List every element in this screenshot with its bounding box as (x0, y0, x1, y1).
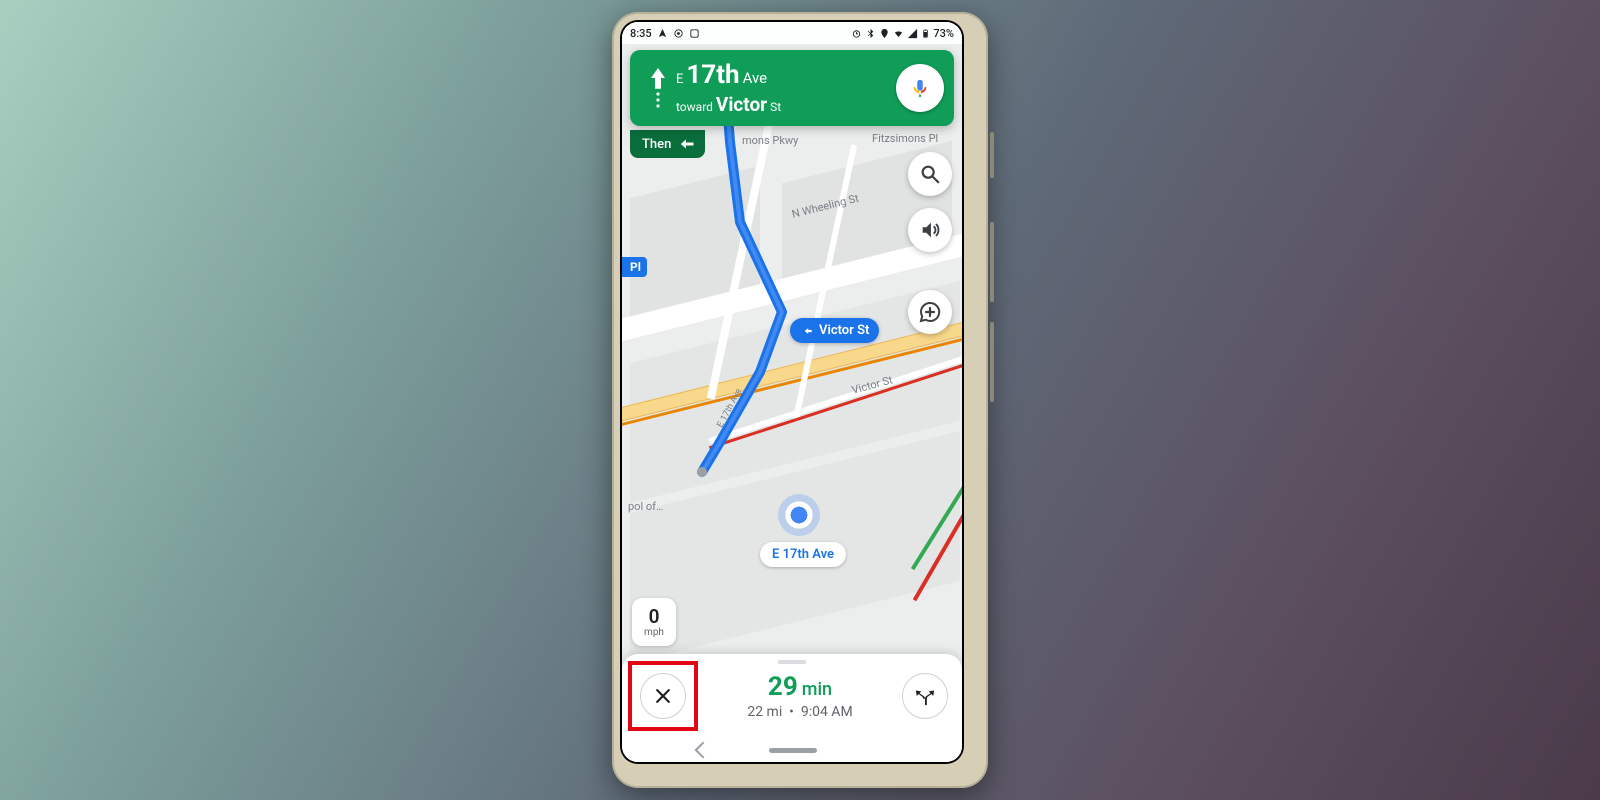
phone-screen: Fitzsimons Pl mons Pkwy N Wheeling St Vi… (620, 20, 964, 764)
signal-icon (907, 28, 918, 39)
phone-frame: Fitzsimons Pl mons Pkwy N Wheeling St Vi… (612, 12, 988, 788)
turn-left-icon (677, 135, 695, 153)
route-fork-icon (914, 685, 936, 707)
current-location-dot (778, 494, 820, 536)
bluetooth-icon (865, 28, 876, 39)
trip-bottom-sheet[interactable]: 29min 22 mi • 9:04 AM (622, 654, 962, 738)
street-chip-victor[interactable]: Victor St (790, 318, 879, 343)
nav-indicator-icon (657, 28, 668, 39)
status-battery: 73% (933, 27, 954, 40)
turn-left-icon (800, 324, 814, 338)
end-navigation-button[interactable] (640, 673, 686, 719)
alternate-routes-button[interactable] (902, 673, 948, 719)
sound-button[interactable] (908, 208, 952, 252)
microphone-icon (909, 77, 931, 99)
drag-handle[interactable] (778, 660, 806, 664)
status-time: 8:35 (630, 27, 652, 40)
search-button[interactable] (908, 152, 952, 196)
status-bar: 8:35 73% (622, 22, 962, 44)
street-chip-pl: Pl (622, 257, 647, 277)
direction-text: E 17th Ave toward Victor St (676, 59, 896, 117)
alarm-icon (851, 28, 862, 39)
report-icon (918, 300, 942, 324)
search-icon (919, 163, 941, 185)
voice-search-button[interactable] (896, 64, 944, 112)
app-icon (673, 28, 684, 39)
navigation-direction-card[interactable]: E 17th Ave toward Victor St (630, 50, 954, 126)
current-road-label: E 17th Ave (760, 542, 846, 567)
battery-icon (921, 28, 930, 39)
eta-summary: 29min 22 mi • 9:04 AM (698, 672, 902, 720)
wifi-icon (893, 28, 904, 39)
straight-arrow-icon (646, 64, 670, 112)
app-icon (689, 28, 700, 39)
next-step-chip[interactable]: Then (630, 130, 705, 158)
system-nav-bar (622, 738, 962, 762)
back-button[interactable] (695, 742, 712, 759)
close-icon (653, 686, 673, 706)
location-icon (879, 28, 890, 39)
home-pill[interactable] (769, 748, 817, 753)
speed-indicator: 0 mph (632, 598, 676, 646)
speaker-icon (919, 219, 941, 241)
report-button[interactable] (908, 290, 952, 334)
highlight-annotation (628, 661, 698, 731)
